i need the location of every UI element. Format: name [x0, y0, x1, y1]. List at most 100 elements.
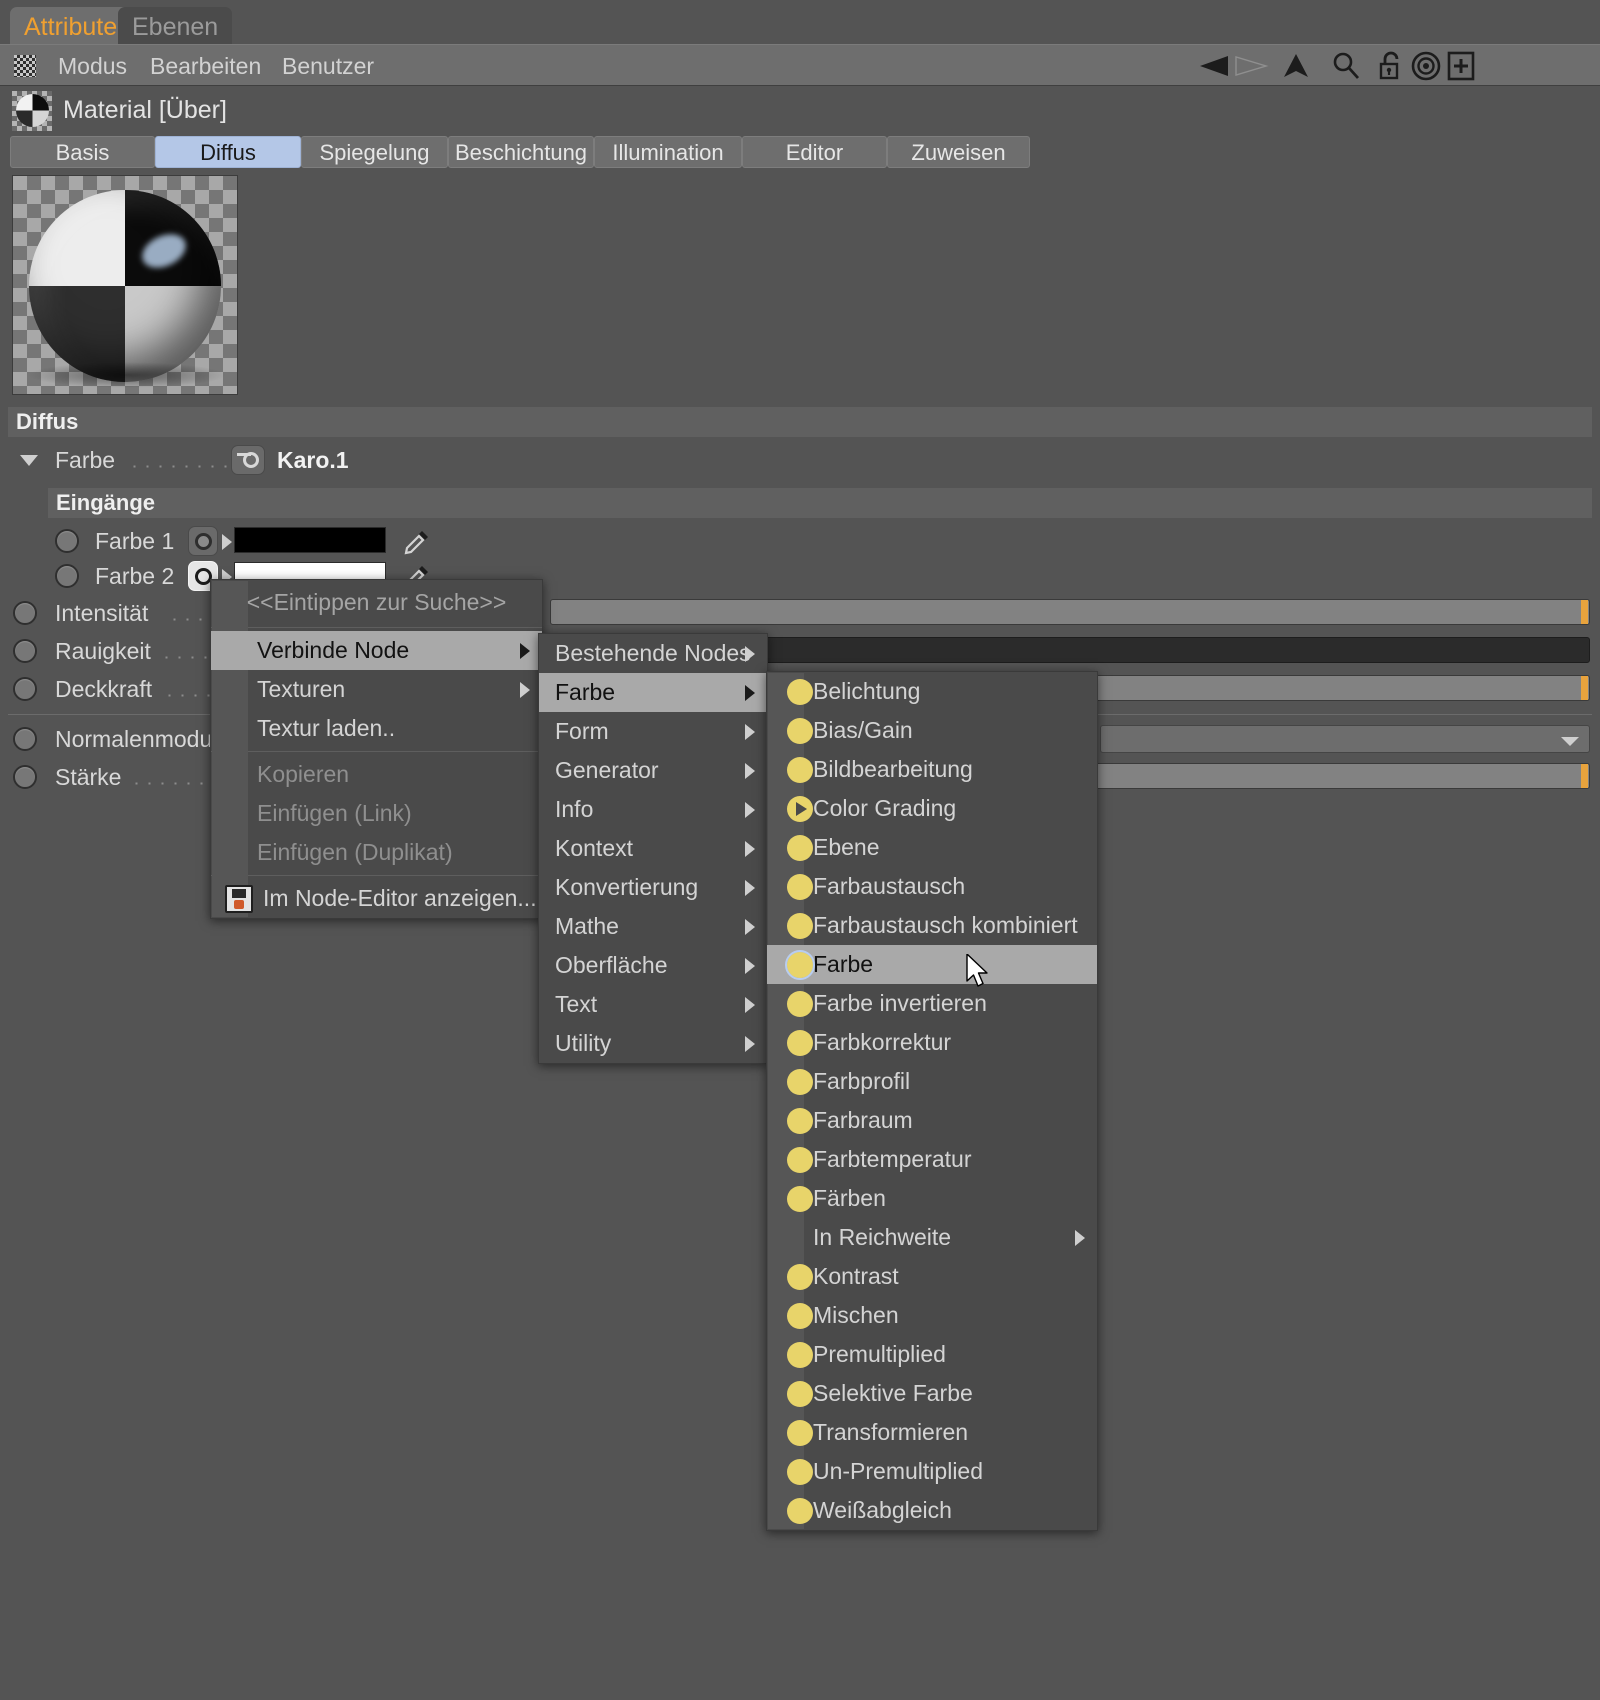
back-arrow-icon[interactable] — [1196, 53, 1236, 79]
node-item-kontrast[interactable]: Kontrast — [767, 1257, 1097, 1296]
node-item-farbkorrektur[interactable]: Farbkorrektur — [767, 1023, 1097, 1062]
tab-illumination[interactable]: Illumination — [594, 136, 742, 168]
submenu-item-kontext[interactable]: Kontext — [539, 829, 767, 868]
intensitaet-port-bullet[interactable] — [13, 601, 37, 625]
yellow-dot-icon — [787, 1497, 813, 1524]
menu-bearbeiten[interactable]: Bearbeiten — [140, 45, 271, 87]
tab-spiegelung[interactable]: Spiegelung — [301, 136, 448, 168]
menu-benutzer[interactable]: Benutzer — [272, 45, 384, 87]
node-item-farbaustausch-kombiniert[interactable]: Farbaustausch kombiniert — [767, 906, 1097, 945]
submenu-item-info[interactable]: Info — [539, 790, 767, 829]
submenu-item-bestehende-nodes[interactable]: Bestehende Nodes — [539, 634, 767, 673]
submenu-item-farbe[interactable]: Farbe — [539, 673, 767, 712]
node-item-selektive-farbe[interactable]: Selektive Farbe — [767, 1374, 1097, 1413]
tab-editor[interactable]: Editor — [742, 136, 887, 168]
node-item-bias-gain[interactable]: Bias/Gain — [767, 711, 1097, 750]
farbe-1-color-swatch[interactable] — [234, 527, 386, 553]
tab-zuweisen[interactable]: Zuweisen — [887, 136, 1030, 168]
unlock-icon[interactable] — [1376, 50, 1406, 82]
node-item-farbaustausch[interactable]: Farbaustausch — [767, 867, 1097, 906]
node-item-premultiplied[interactable]: Premultiplied — [767, 1335, 1097, 1374]
menu-item-label: Kopieren — [257, 761, 350, 787]
menu-item-textur-laden[interactable]: Textur laden.. — [211, 709, 542, 748]
node-item-farbtemperatur[interactable]: Farbtemperatur — [767, 1140, 1097, 1179]
node-item-farbe-invertieren[interactable]: Farbe invertieren — [767, 984, 1097, 1023]
staerke-port-bullet[interactable] — [13, 765, 37, 789]
node-item-farbe[interactable]: Farbe — [767, 945, 1097, 984]
node-item-belichtung[interactable]: Belichtung — [767, 672, 1097, 711]
normalenmodus-port-bullet[interactable] — [13, 727, 37, 751]
menu-item-label: Bias/Gain — [813, 717, 913, 743]
submenu-item-form[interactable]: Form — [539, 712, 767, 751]
menu-item-label: Farbtemperatur — [813, 1146, 972, 1172]
menu-item-einfuegen-link: Einfügen (Link) — [211, 794, 542, 833]
menu-item-label: Farbe — [555, 679, 616, 705]
checker-grid-icon[interactable] — [14, 55, 36, 77]
node-item-mischen[interactable]: Mischen — [767, 1296, 1097, 1335]
submenu-arrow-icon — [745, 723, 755, 740]
node-item-bildbearbeitung[interactable]: Bildbearbeitung — [767, 750, 1097, 789]
menu-item-im-node-editor-anzeigen[interactable]: Im Node-Editor anzeigen... — [211, 879, 542, 918]
menu-item-label: Color Grading — [813, 795, 957, 821]
node-item-transformieren[interactable]: Transformieren — [767, 1413, 1097, 1452]
menu-item-verbinde-node[interactable]: Verbinde Node — [211, 631, 542, 670]
submenu-arrow-icon — [745, 918, 755, 935]
expand-caret-icon[interactable] — [20, 455, 38, 466]
node-item-ebene[interactable]: Ebene — [767, 828, 1097, 867]
tab-ebenen[interactable]: Ebenen — [118, 7, 233, 48]
submenu-item-text[interactable]: Text — [539, 985, 767, 1024]
node-item-weissabgleich[interactable]: Weißabgleich — [767, 1491, 1097, 1530]
node-item-farbprofil[interactable]: Farbprofil — [767, 1062, 1097, 1101]
farbe-1-expand-icon[interactable] — [222, 534, 232, 550]
farbe-1-port-bullet[interactable] — [55, 529, 79, 553]
node-item-in-reichweite[interactable]: In Reichweite — [767, 1218, 1097, 1257]
up-arrow-icon[interactable] — [1280, 51, 1312, 81]
submenu-item-oberflaeche[interactable]: Oberfläche — [539, 946, 767, 985]
menu-item-texturen[interactable]: Texturen — [211, 670, 542, 709]
farbe-1-eyedropper-icon[interactable] — [402, 527, 432, 557]
menu-item-label: Selektive Farbe — [813, 1380, 973, 1406]
menu-item-label: Konvertierung — [555, 874, 699, 900]
tab-beschichtung[interactable]: Beschichtung — [448, 136, 594, 168]
farbe-link-button[interactable] — [231, 445, 265, 475]
submenu-arrow-icon — [1075, 1229, 1085, 1246]
deckkraft-port-bullet[interactable] — [13, 677, 37, 701]
menu-modus[interactable]: Modus — [48, 45, 137, 87]
add-panel-icon[interactable] — [1446, 50, 1476, 82]
forward-arrow-icon[interactable] — [1232, 53, 1274, 79]
tab-basis[interactable]: Basis — [10, 136, 155, 168]
submenu-item-utility[interactable]: Utility — [539, 1024, 767, 1063]
material-section-tabs: Basis Diffus Spiegelung Beschichtung Ill… — [0, 136, 1600, 170]
label-farbe-1: Farbe 1 — [95, 528, 175, 554]
menu-search-field[interactable]: <<Eintippen zur Suche>> — [211, 580, 542, 624]
submenu-item-generator[interactable]: Generator — [539, 751, 767, 790]
submenu-arrow-icon — [745, 762, 755, 779]
search-icon[interactable] — [1330, 51, 1362, 81]
node-item-farbraum[interactable]: Farbraum — [767, 1101, 1097, 1140]
value-farbe[interactable]: Karo.1 — [277, 443, 349, 477]
normalenmodus-dropdown[interactable] — [1100, 725, 1590, 753]
submenu-arrow-icon — [745, 645, 755, 662]
farbe-1-connect-button[interactable] — [188, 526, 218, 556]
yellow-dot-icon — [787, 1263, 813, 1290]
tab-attribute[interactable]: Attribute — [10, 7, 132, 48]
yellow-dot-icon — [785, 949, 815, 980]
farbe-2-port-bullet[interactable] — [55, 564, 79, 588]
node-item-color-grading[interactable]: Color Grading — [767, 789, 1097, 828]
node-item-un-premultiplied[interactable]: Un-Premultiplied — [767, 1452, 1097, 1491]
menu-item-label: Farbraum — [813, 1107, 913, 1133]
save-icon — [225, 884, 253, 913]
target-icon[interactable] — [1410, 50, 1442, 82]
tab-diffus[interactable]: Diffus — [155, 136, 301, 168]
node-item-faerben[interactable]: Färben — [767, 1179, 1097, 1218]
preview-shadow — [27, 362, 227, 388]
rauigkeit-port-bullet[interactable] — [13, 639, 37, 663]
submenu-item-mathe[interactable]: Mathe — [539, 907, 767, 946]
submenu-item-konvertierung[interactable]: Konvertierung — [539, 868, 767, 907]
intensitaet-slider[interactable] — [550, 599, 1590, 625]
menu-item-label: Farbaustausch — [813, 873, 966, 899]
label-deckkraft: Deckkraft — [55, 676, 153, 702]
submenu-arrow-icon — [520, 681, 530, 698]
material-preview-image[interactable] — [12, 175, 238, 395]
leader-dots — [128, 465, 232, 468]
